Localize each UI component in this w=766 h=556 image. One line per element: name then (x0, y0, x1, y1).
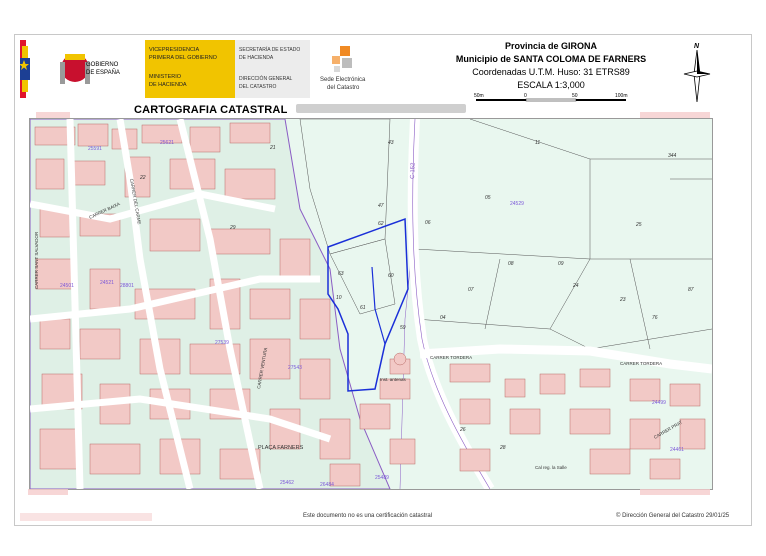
disclaimer-text: Este documento no es una certificación c… (303, 513, 433, 519)
parcel-label: 07 (468, 287, 474, 293)
block-code: 27539 (215, 340, 229, 346)
scale-tick-0: 50m (474, 93, 484, 99)
block-code: 24501 (60, 283, 74, 289)
map-header: Provincia de GIRONA Municipio de SANTA C… (430, 40, 672, 92)
corner-coord-bl (28, 489, 68, 495)
street-label: CARRER SANT SALVADOR (34, 231, 39, 289)
scale-text: ESCALA 1:3,000 (517, 80, 585, 90)
parcel-label: 25 (635, 222, 642, 228)
street-label: Cal reg. la Salle (535, 465, 567, 470)
scale-tick-3: 100m (615, 93, 628, 99)
parcel-label: 10 (336, 295, 342, 301)
facility-label: Inst. antenas (380, 377, 407, 382)
coords-text: Coordenadas U.T.M. Huso: 31 ETRS89 (472, 67, 630, 77)
gov-line2: DE ESPAÑA (86, 70, 120, 76)
block-code: 24529 (510, 201, 524, 207)
parcel-label: 76 (652, 315, 658, 321)
block-code: 24499 (652, 400, 666, 406)
vice-line1: VICEPRESIDENCIA (149, 47, 200, 53)
block-code: 26484 (320, 482, 334, 488)
scale-bar (476, 98, 626, 102)
min-line2: DE HACIENDA (149, 82, 187, 88)
parcel-label: 28 (499, 445, 506, 451)
north-arrow-icon (683, 49, 711, 103)
street-label: C-152 (410, 162, 417, 179)
block-code: 24521 (100, 280, 114, 286)
parcel-label: 04 (440, 315, 446, 321)
parcel-label: 43 (388, 140, 394, 146)
block-code: 28801 (120, 283, 134, 289)
sec-line1: SECRETARÍA DE ESTADO (239, 47, 301, 53)
street-label: CARRER TORDERA (620, 361, 662, 366)
map-canvas: 21 43 47 62 06 05 11 344 25 09 08 63 60 … (30, 119, 712, 489)
sec-line2: DE HACIENDA (239, 55, 274, 61)
municipality-title: Municipio de SANTA COLOMA DE FARNERS (455, 54, 647, 64)
block-code: 25621 (160, 140, 174, 146)
sede-line1: Sede Electrónica (320, 77, 366, 83)
redacted-footer-ref (20, 513, 152, 521)
block-code: 24461 (670, 447, 684, 453)
dir-line2: DEL CATASTRO (239, 84, 277, 90)
gov-line1: GOBIERNO (86, 62, 119, 68)
parcel-label: 59 (400, 325, 406, 331)
parcel-label: 47 (378, 203, 384, 209)
parcel-label: 344 (668, 153, 677, 159)
sede-logo-icon (332, 46, 352, 72)
block-code: 27543 (288, 365, 302, 371)
section-title: CARTOGRAFIA CATASTRAL (134, 104, 288, 116)
parcel-label: 22 (139, 175, 146, 181)
dir-line1: DIRECCIÓN GENERAL (239, 76, 293, 82)
parcel-label: 05 (485, 195, 491, 201)
parcel-label: 26 (459, 427, 466, 433)
parcel-label: 11 (535, 140, 540, 146)
parcel-label: 06 (425, 220, 431, 226)
parcel-label: 21 (269, 145, 276, 151)
sede-line2: del Catastro (327, 85, 360, 91)
block-code: 25591 (88, 146, 102, 152)
parcel-label: 63 (338, 271, 344, 277)
parcel-label: 24 (572, 283, 579, 289)
block-code: 25489 (375, 475, 389, 481)
scale-tick-1: 0 (524, 93, 527, 99)
block-code: 25462 (280, 480, 294, 486)
scale-tick-2: 50 (572, 93, 578, 99)
north-label: N (694, 43, 700, 50)
parcel-label: 87 (688, 287, 694, 293)
redacted-reference (296, 104, 466, 113)
parcel-label: 23 (619, 297, 626, 303)
parcel-label: 08 (508, 261, 514, 267)
province-title: Provincia de GIRONA (504, 41, 598, 51)
copyright-text: © Dirección General del Catastro 29/01/2… (616, 513, 730, 519)
parcel-label: 61 (360, 305, 366, 311)
parcel-label: 62 (378, 221, 384, 227)
parcel-label: 29 (229, 225, 236, 231)
parcel-label: 09 (558, 261, 564, 267)
corner-coord-br (640, 489, 710, 495)
vice-line2: PRIMERA DEL GOBIERNO (149, 55, 217, 61)
cadastral-map[interactable]: 21 43 47 62 06 05 11 344 25 09 08 63 60 … (29, 118, 713, 490)
street-label: PLAÇA FARNERS (258, 445, 304, 451)
min-line1: MINISTERIO (149, 74, 182, 80)
parcel-label: 60 (388, 273, 394, 279)
street-label: CARRER TORDERA (430, 355, 472, 360)
